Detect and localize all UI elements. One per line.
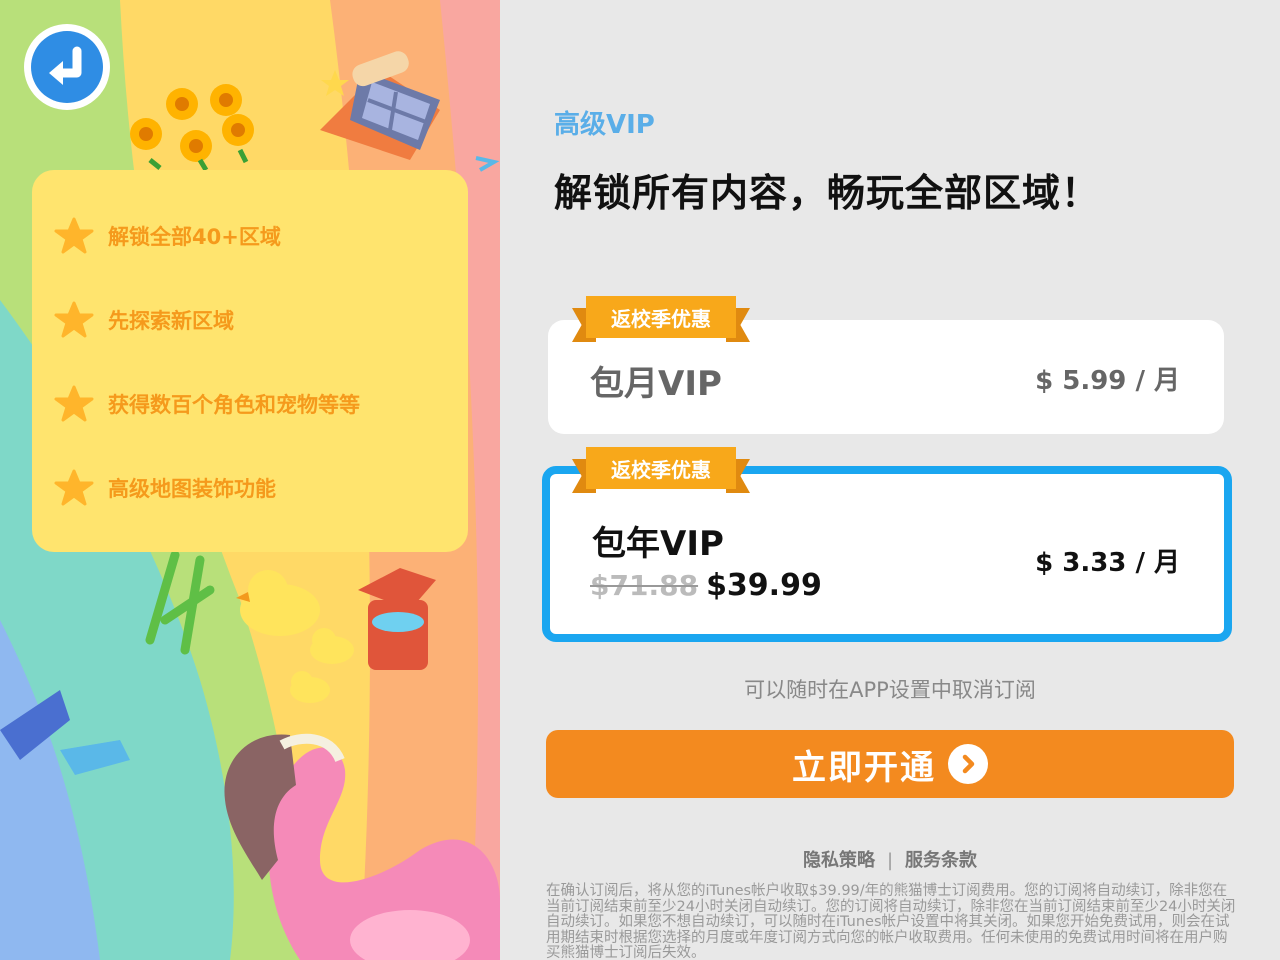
feature-label: 高级地图装饰功能 [108,477,276,501]
feature-item: 解锁全部40+区域 [54,216,281,256]
original-price: $71.88 [590,569,699,602]
promo-label: 返校季优惠 [586,296,736,338]
tier-label: 高级VIP [554,110,655,140]
link-separator: | [886,850,894,871]
star-icon [54,385,94,422]
subscription-panel: 高级VIP 解锁所有内容，畅玩全部区域！ 包月VIP $ 5.99 / 月 返校… [500,0,1280,960]
feature-item: 先探索新区域 [54,300,234,340]
feature-label: 解锁全部40+区域 [108,225,281,249]
legal-links: 隐私策略 | 服务条款 [500,846,1280,872]
page-title: 解锁所有内容，畅玩全部区域！ [554,171,1101,215]
subscribe-label: 立即开通 [792,747,936,788]
terms-of-service-link[interactable]: 服务条款 [905,850,977,871]
back-button[interactable] [24,24,110,110]
star-icon [54,469,94,506]
feature-label: 获得数百个角色和宠物等等 [108,393,360,417]
chevron-right-icon [948,744,988,784]
plan-name: 包月VIP [590,364,722,404]
feature-label: 先探索新区域 [108,309,234,333]
subscription-fine-print: 在确认订阅后，将从您的iTunes帐户收取$39.99/年的熊猫博士订阅费用。您… [546,883,1236,960]
plan-option-yearly[interactable]: 包年VIP $71.88 $39.99 $ 3.33 / 月 [542,466,1232,642]
plan-price: $ 3.33 / 月 [1035,548,1180,578]
features-card: 解锁全部40+区域 先探索新区域 获得数百个角色和宠物等等 高级地图装饰功能 [32,170,468,552]
feature-item: 高级地图装饰功能 [54,468,276,508]
plan-name: 包年VIP [592,524,724,564]
privacy-policy-link[interactable]: 隐私策略 [803,850,875,871]
star-icon [54,301,94,338]
discount-price: $39.99 [706,568,822,603]
back-arrow-icon [49,46,82,85]
price-row: $71.88 $39.99 [590,568,822,603]
plan-price: $ 5.99 / 月 [1035,366,1180,396]
cancel-note: 可以随时在APP设置中取消订阅 [744,678,1036,702]
subscribe-button[interactable]: 立即开通 [546,730,1234,798]
feature-item: 获得数百个角色和宠物等等 [54,384,360,424]
illustration-panel: 解锁全部40+区域 先探索新区域 获得数百个角色和宠物等等 高级地图装饰功能 [0,0,500,960]
promo-label: 返校季优惠 [586,447,736,489]
star-icon [54,217,94,254]
